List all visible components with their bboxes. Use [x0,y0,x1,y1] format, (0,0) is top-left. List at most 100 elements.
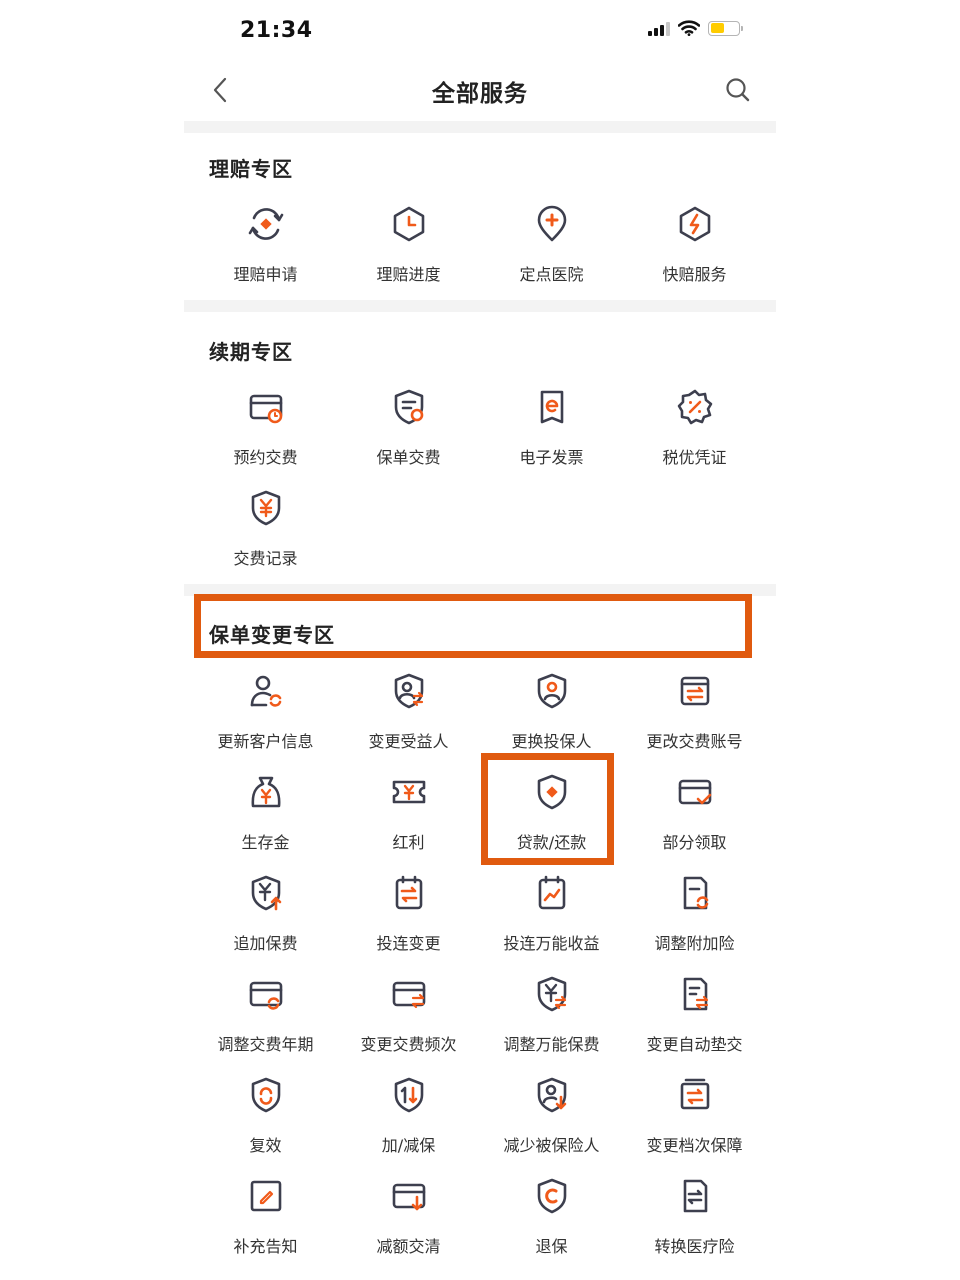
change-account-icon [673,669,717,713]
section-title-policy-change: 保单变更专区 [209,623,335,647]
service-item-reduced-paid-up[interactable]: 减额交清 [337,1174,480,1275]
adjust-term-icon [244,972,288,1016]
auto-advance-icon [673,972,717,1016]
service-item-reinstatement[interactable]: 复效 [194,1073,337,1174]
service-item-label: 投连万能收益 [503,934,600,953]
service-item-tax-certificate[interactable]: 税优凭证 [623,385,766,486]
service-item-label: 生存金 [241,833,290,852]
policy-change-grid: 更新客户信息 变更受益人 更换投保人 更改交费账号生存金 红利 贷款/还款 部分领取追加保费… [194,669,766,1275]
update-customer-icon [244,669,288,713]
e-invoice-icon [530,385,574,429]
service-item-supplementary-notice[interactable]: 补充告知 [194,1174,337,1275]
loan-repay-icon [530,770,574,814]
service-item-label: 减额交清 [376,1237,441,1256]
tax-certificate-icon [673,385,717,429]
service-item-change-tier[interactable]: 变更档次保障 [623,1073,766,1174]
service-item-change-frequency[interactable]: 变更交费频次 [337,972,480,1073]
service-item-survival-fund[interactable]: 生存金 [194,770,337,871]
nav-bar: 全部服务 [184,60,776,120]
service-item-label: 变更档次保障 [646,1136,743,1155]
service-item-label: 追加保费 [233,934,298,953]
service-item-dividend[interactable]: 红利 [337,770,480,871]
section-divider [184,121,776,133]
service-item-change-policyholder[interactable]: 更换投保人 [480,669,623,770]
service-item-label: 交费记录 [233,549,298,568]
service-item-label: 加/减保 [381,1136,436,1155]
change-tier-icon [673,1073,717,1117]
service-item-label: 红利 [392,833,425,852]
service-item-label: 理赔申请 [233,265,298,284]
service-item-adjust-term[interactable]: 调整交费年期 [194,972,337,1073]
reinstatement-icon [244,1073,288,1117]
change-frequency-icon [387,972,431,1016]
increase-decrease-icon [387,1073,431,1117]
service-item-label: 减少被保险人 [503,1136,600,1155]
service-item-label: 更改交费账号 [646,732,743,751]
service-item-add-premium[interactable]: 追加保费 [194,871,337,972]
service-item-change-beneficiary[interactable]: 变更受益人 [337,669,480,770]
service-item-label: 调整交费年期 [217,1035,314,1054]
service-item-change-account[interactable]: 更改交费账号 [623,669,766,770]
service-item-universal-yield[interactable]: 投连万能收益 [480,871,623,972]
reduce-insured-icon [530,1073,574,1117]
supplementary-notice-icon [244,1174,288,1218]
dividend-icon [387,770,431,814]
service-item-label: 保单交费 [376,448,441,467]
service-item-loan-repay[interactable]: 贷款/还款 [480,770,623,871]
service-item-label: 退保 [535,1237,568,1256]
service-item-label: 补充告知 [233,1237,298,1256]
service-item-label: 理赔进度 [376,265,441,284]
service-item-convert-medical[interactable]: 转换医疗险 [623,1174,766,1275]
service-item-label: 复效 [249,1136,282,1155]
service-item-label: 变更受益人 [368,732,449,751]
service-item-partial-withdrawal[interactable]: 部分领取 [623,770,766,871]
status-icons [648,20,743,36]
section-title-claims: 理赔专区 [209,157,293,181]
status-time: 21:34 [240,18,313,43]
partial-withdrawal-icon [673,770,717,814]
service-item-reduce-insured[interactable]: 减少被保险人 [480,1073,623,1174]
service-item-label: 定点医院 [519,265,584,284]
phone-screen: 21:34 全部服务 理赔专区 理赔申请 理赔进度 定点医院 快赔服务 续期专区 预约… [184,0,776,1280]
service-item-increase-decrease[interactable]: 加/减保 [337,1073,480,1174]
survival-fund-icon [244,770,288,814]
service-item-label: 转换医疗险 [654,1237,735,1256]
service-item-claim-progress[interactable]: 理赔进度 [337,202,480,303]
fast-claim-icon [673,202,717,246]
service-item-scheduled-payment[interactable]: 预约交费 [194,385,337,486]
service-item-e-invoice[interactable]: 电子发票 [480,385,623,486]
service-item-label: 变更交费频次 [360,1035,457,1054]
section-title-renewal: 续期专区 [209,340,293,364]
search-button[interactable] [722,74,754,106]
service-item-auto-advance[interactable]: 变更自动垫交 [623,972,766,1073]
service-item-surrender[interactable]: 退保 [480,1174,623,1275]
change-beneficiary-icon [387,669,431,713]
section-divider [184,584,776,596]
universal-yield-icon [530,871,574,915]
page-title: 全部服务 [432,81,528,107]
service-item-label: 电子发票 [519,448,584,467]
service-item-label: 投连变更 [376,934,441,953]
service-item-label: 更换投保人 [511,732,592,751]
service-item-label: 调整附加险 [654,934,735,953]
policy-payment-icon [387,385,431,429]
service-item-adjust-rider[interactable]: 调整附加险 [623,871,766,972]
unit-linked-change-icon [387,871,431,915]
payment-record-icon [244,486,288,530]
service-item-payment-record[interactable]: 交费记录 [194,486,337,587]
renewal-grid: 预约交费 保单交费 电子发票 税优凭证交费记录 [194,385,766,587]
service-item-hospital-location[interactable]: 定点医院 [480,202,623,303]
service-item-fast-claim[interactable]: 快赔服务 [623,202,766,303]
service-item-adjust-universal-premium[interactable]: 调整万能保费 [480,972,623,1073]
service-item-update-customer[interactable]: 更新客户信息 [194,669,337,770]
search-icon [726,78,750,102]
service-item-claim-apply[interactable]: 理赔申请 [194,202,337,303]
section-divider [184,300,776,312]
surrender-icon [530,1174,574,1218]
service-item-unit-linked-change[interactable]: 投连变更 [337,871,480,972]
reduced-paid-up-icon [387,1174,431,1218]
service-item-policy-payment[interactable]: 保单交费 [337,385,480,486]
claim-apply-icon [244,202,288,246]
service-item-label: 预约交费 [233,448,298,467]
service-item-label: 税优凭证 [662,448,727,467]
